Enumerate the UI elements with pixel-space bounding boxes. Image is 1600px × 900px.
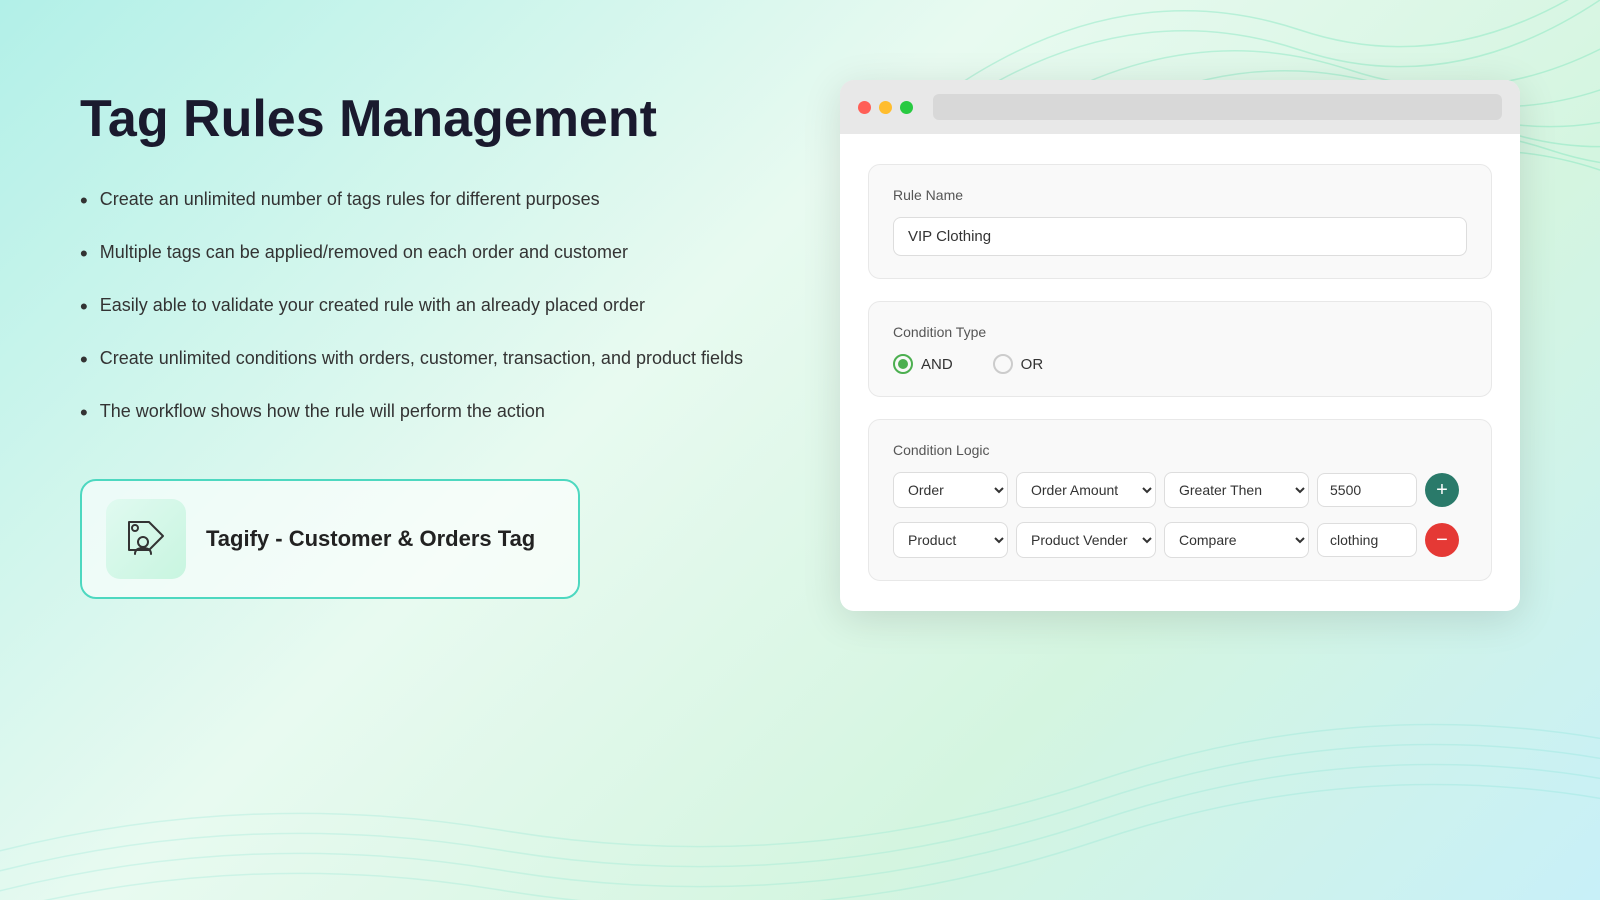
condition-row2-operator1-select[interactable]: Product Vender Product Tag Product Type bbox=[1016, 522, 1156, 558]
page-title: Tag Rules Management bbox=[80, 90, 760, 150]
condition-row2-field-select[interactable]: Order Product Customer Transaction bbox=[893, 522, 1008, 558]
list-item: Easily able to validate your created rul… bbox=[80, 292, 760, 323]
right-panel: Rule Name Condition Type AND OR bbox=[840, 80, 1520, 611]
condition-row1-field-select[interactable]: Order Product Customer Transaction bbox=[893, 472, 1008, 508]
radio-and-label: AND bbox=[921, 356, 953, 373]
app-icon bbox=[121, 514, 171, 564]
condition-logic-label: Condition Logic bbox=[893, 442, 1467, 458]
radio-and[interactable]: AND bbox=[893, 354, 953, 374]
condition-rows: Order Product Customer Transaction Order… bbox=[893, 472, 1467, 558]
list-item: Create an unlimited number of tags rules… bbox=[80, 186, 760, 217]
rule-name-input[interactable] bbox=[893, 217, 1467, 256]
address-bar bbox=[933, 94, 1502, 120]
condition-row2-value-input[interactable] bbox=[1317, 523, 1417, 557]
condition-logic-section: Condition Logic Order Product Customer T… bbox=[868, 419, 1492, 581]
left-panel: Tag Rules Management Create an unlimited… bbox=[80, 80, 760, 599]
condition-row2-remove-button[interactable]: − bbox=[1425, 523, 1459, 557]
list-item: The workflow shows how the rule will per… bbox=[80, 398, 760, 429]
radio-or-circle bbox=[993, 354, 1013, 374]
condition-row1-operator1-select[interactable]: Order Amount Order Status Order Tag bbox=[1016, 472, 1156, 508]
browser-titlebar bbox=[840, 80, 1520, 134]
condition-row1-operator2-select[interactable]: Greater Then Less Then Equal To bbox=[1164, 472, 1309, 508]
radio-and-circle bbox=[893, 354, 913, 374]
window-maximize-dot[interactable] bbox=[900, 101, 913, 114]
condition-row2-operator2-select[interactable]: Compare Equal To Contains bbox=[1164, 522, 1309, 558]
condition-type-label: Condition Type bbox=[893, 324, 1467, 340]
rule-name-label: Rule Name bbox=[893, 187, 1467, 203]
condition-row1-value-input[interactable] bbox=[1317, 473, 1417, 507]
app-card: Tagify - Customer & Orders Tag bbox=[80, 479, 580, 599]
features-list: Create an unlimited number of tags rules… bbox=[80, 186, 760, 429]
add-icon: + bbox=[1436, 479, 1448, 502]
browser-content: Rule Name Condition Type AND OR bbox=[840, 134, 1520, 611]
remove-icon: − bbox=[1436, 529, 1448, 552]
browser-window: Rule Name Condition Type AND OR bbox=[840, 80, 1520, 611]
main-content: Tag Rules Management Create an unlimited… bbox=[0, 0, 1600, 900]
condition-row-1: Order Product Customer Transaction Order… bbox=[893, 472, 1467, 508]
condition-row-2: Order Product Customer Transaction Produ… bbox=[893, 522, 1467, 558]
condition-row1-add-button[interactable]: + bbox=[1425, 473, 1459, 507]
radio-or-label: OR bbox=[1021, 356, 1044, 373]
list-item: Multiple tags can be applied/removed on … bbox=[80, 239, 760, 270]
window-close-dot[interactable] bbox=[858, 101, 871, 114]
condition-type-section: Condition Type AND OR bbox=[868, 301, 1492, 397]
radio-or[interactable]: OR bbox=[993, 354, 1044, 374]
app-icon-box bbox=[106, 499, 186, 579]
list-item: Create unlimited conditions with orders,… bbox=[80, 345, 760, 376]
condition-type-radio-group: AND OR bbox=[893, 354, 1467, 374]
app-card-label: Tagify - Customer & Orders Tag bbox=[206, 526, 535, 552]
window-minimize-dot[interactable] bbox=[879, 101, 892, 114]
rule-name-section: Rule Name bbox=[868, 164, 1492, 279]
